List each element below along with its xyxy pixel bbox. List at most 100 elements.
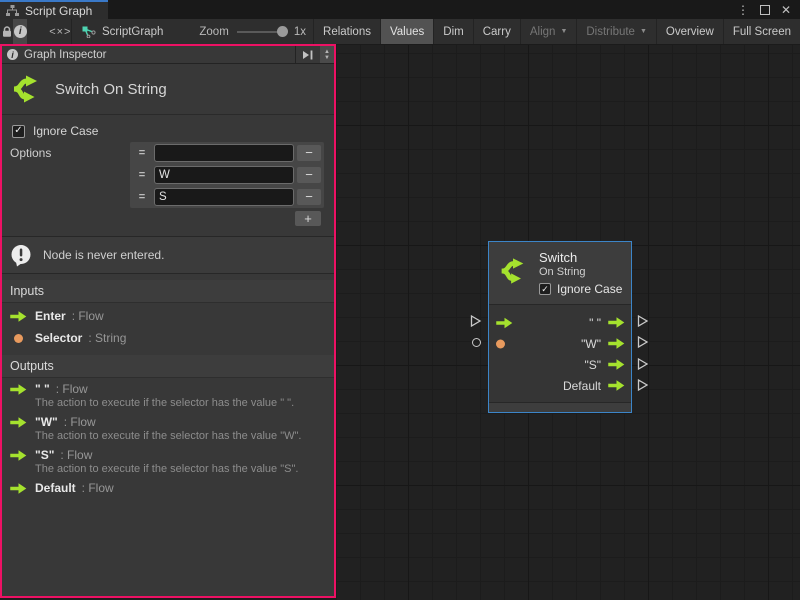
warning-bubble-icon bbox=[10, 244, 33, 267]
output-port-group: Default : Flow bbox=[2, 480, 334, 496]
flow-arrow-icon bbox=[10, 417, 27, 428]
output-port-group: "W" : Flow The action to execute if the … bbox=[2, 414, 334, 444]
distribute-button[interactable]: Distribute ▼ bbox=[576, 19, 656, 44]
flow-arrow-icon bbox=[608, 317, 625, 328]
output-port-group: " " : Flow The action to execute if the … bbox=[2, 381, 334, 411]
align-button[interactable]: Align ▼ bbox=[520, 19, 577, 44]
node-output-label: " " bbox=[589, 316, 601, 330]
port-name: Default bbox=[35, 481, 76, 495]
external-flow-output-connector[interactable] bbox=[637, 314, 649, 326]
flow-output-port[interactable] bbox=[608, 338, 625, 349]
dock-icon bbox=[302, 50, 314, 60]
option-row: = − bbox=[130, 186, 324, 208]
node-footer bbox=[489, 402, 631, 412]
input-port-row: Selector : String bbox=[2, 327, 334, 349]
external-flow-output-connector[interactable] bbox=[637, 357, 649, 369]
window-menu-icon[interactable]: ⋮ bbox=[737, 3, 749, 17]
zoom-slider[interactable] bbox=[237, 19, 286, 44]
add-option-button[interactable]: + bbox=[295, 211, 321, 226]
node-ignore-case-checkbox[interactable]: ✓ bbox=[539, 283, 551, 295]
options-label: Options bbox=[10, 146, 51, 160]
port-name: Selector bbox=[35, 331, 82, 345]
align-label: Align bbox=[530, 26, 556, 38]
overview-button[interactable]: Overview bbox=[656, 19, 723, 44]
option-row: = − bbox=[130, 142, 324, 164]
fullscreen-button[interactable]: Full Screen bbox=[723, 19, 800, 44]
hierarchy-icon bbox=[6, 5, 19, 16]
maximize-icon[interactable] bbox=[760, 5, 770, 15]
option-field-1[interactable] bbox=[154, 166, 294, 184]
node-subtitle: On String bbox=[539, 266, 631, 278]
graph-name: ScriptGraph bbox=[102, 26, 163, 38]
graph-inspector-panel: i Graph Inspector ▲ ▼ Switch On String ✓… bbox=[0, 44, 336, 598]
panel-scrubber[interactable]: ▲ ▼ bbox=[320, 46, 334, 63]
close-icon[interactable]: ✕ bbox=[781, 3, 791, 17]
drag-handle-icon[interactable]: = bbox=[130, 147, 154, 159]
string-port-icon bbox=[10, 334, 27, 343]
port-description: The action to execute if the selector ha… bbox=[2, 430, 334, 444]
flow-input-port[interactable] bbox=[496, 317, 513, 328]
graph-canvas[interactable]: Switch On String ✓ Ignore Case " " bbox=[336, 45, 800, 600]
info-icon: i bbox=[7, 49, 18, 60]
flow-arrow-icon bbox=[496, 317, 513, 328]
inputs-section-header: Inputs bbox=[2, 280, 334, 303]
output-port-group: "S" : Flow The action to execute if the … bbox=[2, 447, 334, 477]
remove-option-button[interactable]: − bbox=[297, 145, 321, 161]
ignore-case-checkbox[interactable]: ✓ bbox=[12, 125, 25, 138]
external-flow-output-connector[interactable] bbox=[637, 335, 649, 347]
port-name: Enter bbox=[35, 309, 66, 323]
warning-banner: Node is never entered. bbox=[2, 236, 334, 274]
inspected-node-title-row: Switch On String bbox=[2, 64, 334, 115]
option-field-0[interactable] bbox=[154, 144, 294, 162]
node-title: Switch bbox=[539, 250, 631, 265]
flow-output-port[interactable] bbox=[608, 317, 625, 328]
node-ignore-case-label: Ignore Case bbox=[557, 282, 622, 296]
port-description: The action to execute if the selector ha… bbox=[2, 463, 334, 477]
external-flow-output-connector[interactable] bbox=[637, 378, 649, 390]
window-controls: ⋮ ✕ bbox=[737, 0, 800, 19]
node-port-row: Default bbox=[489, 375, 631, 396]
inspector-toggle-button[interactable]: i bbox=[13, 19, 27, 44]
lock-button[interactable] bbox=[0, 19, 13, 44]
window-tab-bar: Script Graph ⋮ ✕ bbox=[0, 0, 800, 19]
node-body: " " "W" "S" Default bbox=[489, 304, 631, 402]
carry-button[interactable]: Carry bbox=[473, 19, 520, 44]
dock-panel-button[interactable] bbox=[295, 46, 320, 63]
external-flow-input-connector[interactable] bbox=[470, 314, 482, 326]
port-type: : Flow bbox=[82, 481, 114, 495]
drag-handle-icon[interactable]: = bbox=[130, 169, 154, 181]
port-name: "S" bbox=[35, 448, 54, 462]
selector-input-port[interactable] bbox=[496, 339, 505, 348]
option-field-2[interactable] bbox=[154, 188, 294, 206]
node-header[interactable]: Switch On String ✓ Ignore Case bbox=[489, 242, 631, 304]
values-button[interactable]: Values bbox=[380, 19, 433, 44]
node-output-label: "S" bbox=[584, 358, 601, 372]
remove-option-button[interactable]: − bbox=[297, 167, 321, 183]
option-row: = − bbox=[130, 164, 324, 186]
checkmark-icon: ✓ bbox=[14, 125, 22, 137]
scrub-down-icon[interactable]: ▼ bbox=[324, 55, 330, 61]
port-type: : Flow bbox=[60, 448, 92, 462]
info-icon: i bbox=[14, 25, 27, 38]
code-preview-button[interactable]: <×> bbox=[49, 19, 71, 44]
flow-output-port[interactable] bbox=[608, 359, 625, 370]
inspector-title: Graph Inspector bbox=[24, 49, 295, 61]
inputs-list: Enter : Flow Selector : String bbox=[2, 303, 334, 349]
flow-output-port[interactable] bbox=[608, 380, 625, 391]
flow-arrow-icon bbox=[608, 380, 625, 391]
port-name: "W" bbox=[35, 415, 58, 429]
input-port-row: Enter : Flow bbox=[2, 305, 334, 327]
remove-option-button[interactable]: − bbox=[297, 189, 321, 205]
relations-button[interactable]: Relations bbox=[313, 19, 380, 44]
flow-arrow-icon bbox=[10, 384, 27, 395]
graph-breadcrumb[interactable]: ScriptGraph bbox=[72, 19, 173, 44]
zoom-slider-handle[interactable] bbox=[277, 26, 288, 37]
switch-on-string-node[interactable]: Switch On String ✓ Ignore Case " " bbox=[488, 241, 632, 413]
external-value-input-connector[interactable] bbox=[472, 338, 481, 347]
dim-button[interactable]: Dim bbox=[433, 19, 472, 44]
node-output-label: Default bbox=[563, 379, 601, 393]
node-port-row: " " bbox=[489, 312, 631, 333]
tab-script-graph[interactable]: Script Graph bbox=[0, 0, 108, 19]
checkmark-icon: ✓ bbox=[541, 283, 549, 295]
drag-handle-icon[interactable]: = bbox=[130, 191, 154, 203]
